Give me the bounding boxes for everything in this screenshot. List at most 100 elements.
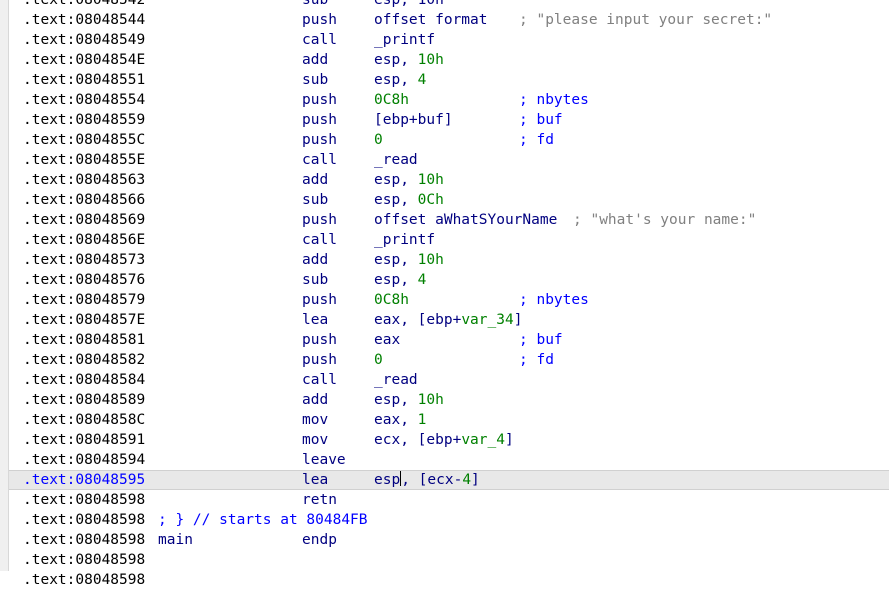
listing-line[interactable]: .text:08048544 push offset format ; "please… [9,10,889,30]
listing-line[interactable]: .text:08048598 [9,570,889,590]
operand-token[interactable]: 10h [418,172,444,188]
listing-line[interactable]: .text:08048563 add esp, 10h [9,170,889,190]
listing-line[interactable]: .text:08048594 leave [9,450,889,470]
instruction-operands[interactable]: 0 [374,350,383,370]
line-address[interactable]: .text:08048595 [23,471,145,489]
listing-line[interactable]: .text:08048576 sub esp, 4 [9,270,889,290]
line-address[interactable]: .text:08048559 [23,110,145,130]
instruction-operands[interactable]: 0C8h [374,290,409,310]
instruction-operands[interactable]: eax, 1 [374,410,426,430]
operand-token[interactable]: 10h [418,392,444,408]
line-address[interactable]: .text:08048542 [23,0,145,10]
operand-token[interactable]: ] [471,472,480,488]
listing-line[interactable]: .text:08048549 call _printf [9,30,889,50]
operand-token[interactable]: eax, [ebp+ [374,312,461,328]
instruction-operands[interactable]: esp, 0Ch [374,190,444,210]
line-address[interactable]: .text:08048554 [23,90,145,110]
listing-line[interactable]: .text:08048559 push [ebp+buf] ; buf [9,110,889,130]
instruction-mnemonic[interactable]: add [302,390,328,410]
instruction-mnemonic[interactable]: endp [302,530,337,550]
line-address[interactable]: .text:0804855E [23,150,145,170]
instruction-operands[interactable]: esp, 4 [374,70,426,90]
instruction-operands[interactable]: esp, 10h [374,50,444,70]
operand-token[interactable]: _printf [374,232,435,248]
operand-token[interactable]: offset aWhatSYourName [374,212,557,228]
operand-token[interactable]: esp, [374,72,418,88]
operand-token[interactable]: 0 [374,132,383,148]
line-address[interactable]: .text:08048563 [23,170,145,190]
operand-token[interactable]: var_34 [461,312,513,328]
listing-line[interactable]: .text:08048598 ; } // starts at 80484FB [9,510,889,530]
listing-line[interactable]: .text:08048591 mov ecx, [ebp+var_4] [9,430,889,450]
line-address[interactable]: .text:08048551 [23,70,145,90]
listing-line[interactable]: .text:0804858C mov eax, 1 [9,410,889,430]
instruction-operands[interactable]: 0 [374,130,383,150]
listing-line[interactable]: .text:0804855E call _read [9,150,889,170]
listing-line[interactable]: .text:08048554 push 0C8h ; nbytes [9,90,889,110]
instruction-operands[interactable]: esp, 10h [374,250,444,270]
instruction-mnemonic[interactable]: mov [302,410,328,430]
listing-line[interactable]: .text:08048542 sub esp, 10h [9,0,889,10]
line-address[interactable]: .text:08048576 [23,270,145,290]
line-address[interactable]: .text:08048598 [23,530,145,550]
operand-token[interactable]: ] [505,432,514,448]
instruction-mnemonic[interactable]: push [302,10,337,30]
operand-token[interactable]: 0 [374,352,383,368]
listing-line[interactable]: .text:08048579 push 0C8h ; nbytes [9,290,889,310]
operand-token[interactable]: var_4 [461,432,505,448]
line-address[interactable]: .text:08048591 [23,430,145,450]
instruction-mnemonic[interactable]: push [302,210,337,230]
listing-line[interactable]: .text:08048582 push 0 ; fd [9,350,889,370]
operand-token[interactable]: 4 [418,272,427,288]
listing-line[interactable]: .text:08048551 sub esp, 4 [9,70,889,90]
instruction-operands[interactable]: _read [374,370,418,390]
function-end-comment[interactable]: ; } // starts at 80484FB [158,510,368,530]
line-address[interactable]: .text:08048566 [23,190,145,210]
line-address[interactable]: .text:0804854E [23,50,145,70]
instruction-operands[interactable]: ecx, [ebp+var_4] [374,430,514,450]
instruction-mnemonic[interactable]: leave [302,450,346,470]
listing-line[interactable]: .text:0804855C push 0 ; fd [9,130,889,150]
line-address[interactable]: .text:08048594 [23,450,145,470]
line-address[interactable]: .text:08048569 [23,210,145,230]
listing-line[interactable]: .text:08048598 main endp [9,530,889,550]
listing-line[interactable]: .text:0804856E call _printf [9,230,889,250]
instruction-operands[interactable]: offset aWhatSYourName [374,210,557,230]
operand-token[interactable]: 4 [418,72,427,88]
instruction-operands[interactable]: eax, [ebp+var_34] [374,310,522,330]
line-address[interactable]: .text:0804858C [23,410,145,430]
instruction-mnemonic[interactable]: lea [302,310,328,330]
listing-line[interactable]: .text:0804857E lea eax, [ebp+var_34] [9,310,889,330]
operand-token[interactable]: 1 [418,412,427,428]
instruction-mnemonic[interactable]: push [302,290,337,310]
line-address[interactable]: .text:08048581 [23,330,145,350]
line-address[interactable]: .text:08048549 [23,30,145,50]
instruction-mnemonic[interactable]: push [302,130,337,150]
operand-token[interactable]: 10h [418,252,444,268]
operand-token[interactable]: 0Ch [418,192,444,208]
operand-token[interactable]: [ebp+buf] [374,112,453,128]
operand-token[interactable]: ecx, [ebp+ [374,432,461,448]
instruction-mnemonic[interactable]: mov [302,430,328,450]
instruction-mnemonic[interactable]: push [302,90,337,110]
operand-token[interactable]: esp [374,472,400,488]
instruction-operands[interactable]: _printf [374,230,435,250]
operand-token[interactable]: esp, [374,52,418,68]
instruction-mnemonic[interactable]: call [302,30,337,50]
function-label[interactable]: main [158,530,193,550]
operand-token[interactable]: esp, 10h [374,0,444,8]
operand-token[interactable]: eax [374,332,400,348]
instruction-operands[interactable]: [ebp+buf] [374,110,453,130]
instruction-operands[interactable]: 0C8h [374,90,409,110]
instruction-mnemonic[interactable]: push [302,330,337,350]
listing-line[interactable]: .text:08048566 sub esp, 0Ch [9,190,889,210]
line-address[interactable]: .text:08048579 [23,290,145,310]
instruction-operands[interactable]: esp, [ecx-4] [374,471,480,489]
listing-line[interactable]: .text:08048598 retn [9,490,889,510]
listing-line[interactable]: .text:08048573 add esp, 10h [9,250,889,270]
instruction-operands[interactable]: eax [374,330,400,350]
operand-token[interactable]: 0C8h [374,92,409,108]
instruction-mnemonic[interactable]: lea [302,471,328,489]
line-address[interactable]: .text:08048582 [23,350,145,370]
instruction-mnemonic[interactable]: sub [302,0,328,10]
